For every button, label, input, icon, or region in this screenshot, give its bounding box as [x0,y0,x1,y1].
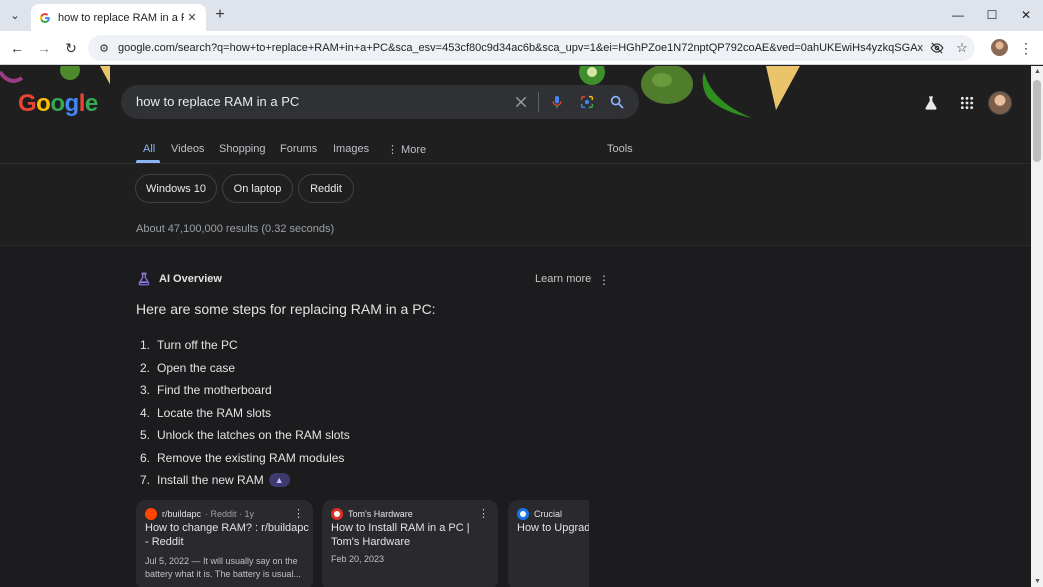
source-menu-icon[interactable]: ⋮ [478,507,489,520]
tab-all[interactable]: All [143,143,155,155]
new-tab-button[interactable]: + [211,6,229,24]
results-stats: About 47,100,000 results (0.32 seconds) [136,223,335,235]
window-close-icon[interactable]: ✕ [1019,7,1033,23]
nav-divider [0,163,1031,164]
maximize-icon[interactable]: ☐ [985,7,999,23]
forward-arrow-icon[interactable]: → [35,39,53,57]
carousel-clip [589,500,1031,587]
source-name: r/buildapc [162,509,202,519]
list-item: 7. Install the new RAM ▲ [140,469,350,492]
tab-shopping[interactable]: Shopping [219,143,266,155]
list-item: 5. Unlock the latches on the RAM slots [140,428,350,443]
eye-slash-icon[interactable] [928,39,946,57]
scroll-down-icon[interactable]: ▼ [1034,578,1041,585]
source-name: Crucial [534,509,563,519]
list-item: 3. Find the motherboard [140,383,272,398]
tab-close-icon[interactable]: ✕ [184,10,200,26]
list-item: 2. Open the case [140,360,236,375]
browser-tab-active[interactable]: how to replace RAM in a PC - G ✕ [31,4,206,31]
minimize-icon[interactable]: — [951,7,965,23]
ai-overview-label: AI Overview [159,273,222,285]
reload-icon[interactable]: ↻ [62,39,80,57]
account-avatar[interactable] [988,91,1012,115]
search-input[interactable]: how to replace RAM in a PC [121,85,639,119]
google-favicon-icon [39,12,50,23]
chip-windows-10[interactable]: Windows 10 [135,174,217,203]
toms-hardware-favicon-icon [331,508,343,520]
chip-reddit[interactable]: Reddit [298,174,354,203]
tab-videos[interactable]: Videos [171,143,204,155]
logo-letter: e [84,90,98,117]
browser-profile-avatar[interactable] [991,39,1008,56]
logo-letter: g [64,90,80,117]
ai-overview-headline: Here are some steps for replacing RAM in… [136,301,436,317]
collapse-chevron-up-icon[interactable]: ▲ [268,473,290,488]
source-snippet: Feb 20, 2023 [331,554,385,564]
scroll-up-icon[interactable]: ▲ [1034,68,1041,75]
list-item: 6. Remove the existing RAM modules [140,450,345,465]
search-query-text[interactable]: how to replace RAM in a PC [136,94,299,109]
learn-more-link[interactable]: Learn more [535,273,591,285]
tab-search-icon[interactable]: ⌄ [5,5,25,25]
google-logo[interactable]: Google [18,90,98,118]
ai-steps-list: 1. Turn off the PC 2. Open the case 3. Find… [140,334,350,492]
clear-search-icon[interactable] [511,92,531,112]
tab-forums[interactable]: Forums [280,143,317,155]
url-text[interactable]: google.com/search?q=how+to+replace+RAM+i… [118,42,923,54]
search-results-page: Google how to replace RAM in a PC All Vi… [0,66,1031,587]
labs-flask-icon[interactable] [920,92,942,114]
search-divider [538,92,539,112]
google-lens-icon[interactable] [577,92,597,112]
list-item: 4. Locate the RAM slots [140,405,272,420]
tab-bar: ⌄ how to replace RAM in a PC - G ✕ + — ☐… [0,0,1043,31]
source-card-toms-hardware[interactable]: Tom's Hardware ⋮ How to Install RAM in a… [322,500,498,587]
logo-letter: o [50,90,65,117]
back-arrow-icon[interactable]: ← [8,39,26,57]
logo-letter: G [18,90,37,117]
tab-images[interactable]: Images [333,143,369,155]
chip-on-laptop[interactable]: On laptop [222,174,293,203]
browser-menu-icon[interactable]: ⋮ [1019,39,1033,57]
crucial-favicon-icon [517,508,529,520]
tab-title: how to replace RAM in a PC - G [58,11,184,24]
ai-overview-menu-icon[interactable]: ⋮ [598,273,610,287]
list-item: 1. Turn off the PC [140,338,238,353]
scrollbar-thumb[interactable] [1033,80,1041,162]
address-bar[interactable]: ⚙ google.com/search?q=how+to+replace+RAM… [88,35,975,61]
bookmark-star-icon[interactable]: ☆ [953,39,971,57]
tools-button[interactable]: Tools [607,143,633,155]
source-card-reddit[interactable]: r/buildapc · Reddit · 1y ⋮ How to change… [136,500,313,587]
apps-grid-icon[interactable] [956,92,978,114]
source-snippet: Jul 5, 2022 — It will usually say on the… [145,556,301,579]
tab-more[interactable]: ⋮ More [387,143,426,156]
site-info-icon[interactable]: ⚙ [96,40,112,56]
logo-letter: o [36,90,51,117]
page-scrollbar[interactable]: ▲ ▼ [1031,66,1043,587]
source-title[interactable]: How to Install RAM in a PC | Tom's Hardw… [331,522,497,549]
source-meta: · Reddit · 1y [205,509,255,519]
source-menu-icon[interactable]: ⋮ [293,507,304,520]
ai-flask-icon [138,272,150,286]
ai-overview-header: AI Overview [137,272,222,286]
reddit-favicon-icon [145,508,157,520]
source-title[interactable]: How to change RAM? : r/buildapc - Reddit [145,522,311,549]
ai-overview-panel: AI Overview Learn more ⋮ Here are some s… [0,245,1031,587]
source-name: Tom's Hardware [348,509,413,519]
microphone-icon[interactable] [547,92,567,112]
search-icon[interactable] [607,92,627,112]
browser-toolbar: ← → ↻ ⚙ google.com/search?q=how+to+repla… [0,31,1043,65]
